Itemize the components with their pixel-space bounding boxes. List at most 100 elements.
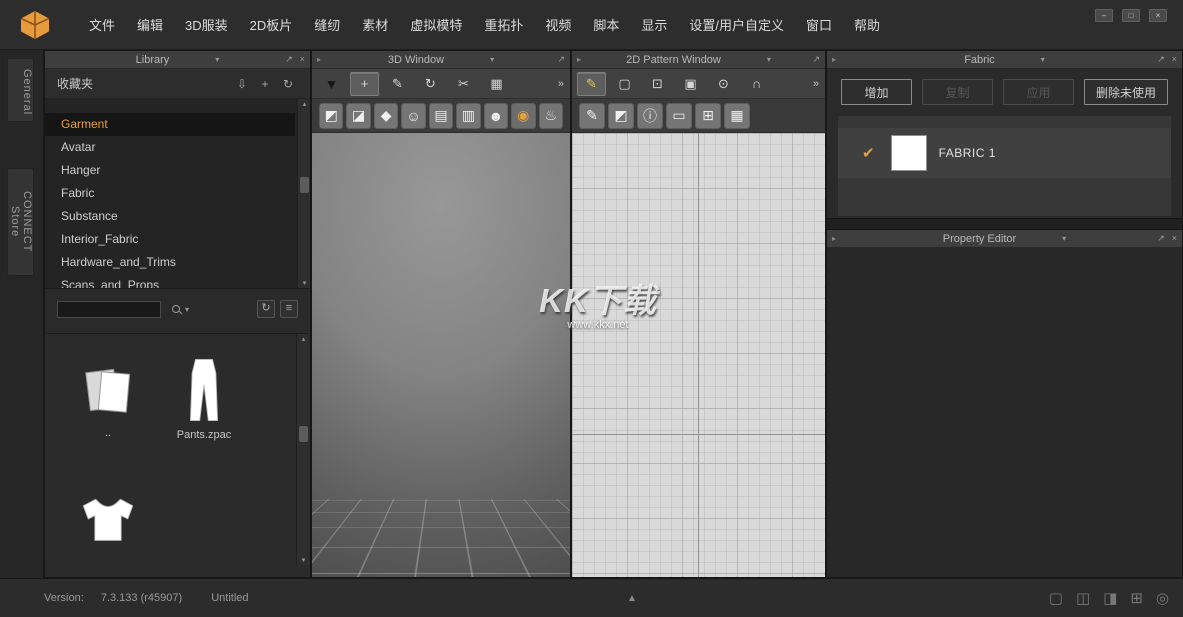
menu-item-settings[interactable]: 设置/用户自定义	[678, 15, 795, 34]
library-folder-avatar[interactable]: Avatar	[45, 136, 295, 159]
library-folder-hanger[interactable]: Hanger	[45, 159, 295, 182]
chevron-down-icon[interactable]: ▾	[490, 55, 494, 64]
maximize-button[interactable]: □	[1122, 9, 1140, 22]
swatch-grid-icon[interactable]: ▦	[724, 103, 750, 129]
scroll-down-icon[interactable]: ▾	[297, 556, 310, 564]
panel-menu-icon[interactable]: ▸	[317, 55, 321, 64]
3d-viewport[interactable]	[312, 133, 570, 577]
close-icon[interactable]: ×	[300, 54, 305, 65]
menu-item-material[interactable]: 素材	[351, 15, 399, 34]
menu-item-edit[interactable]: 编辑	[126, 15, 174, 34]
delete-unused-fabric-button[interactable]: 删除未使用	[1084, 79, 1168, 105]
garment-texture-icon[interactable]: ◪	[346, 103, 370, 129]
layout-quad-pane-icon[interactable]: ⊞	[1130, 589, 1143, 607]
pen-icon[interactable]: ✎	[383, 72, 412, 96]
search-input[interactable]	[57, 301, 161, 318]
folder-icon[interactable]: ⊡	[643, 72, 672, 96]
menu-item-file[interactable]: 文件	[78, 15, 126, 34]
panel-menu-icon[interactable]: ▸	[832, 55, 836, 64]
menu-item-sewing[interactable]: 缝纫	[303, 15, 351, 34]
info-icon[interactable]: ⓘ	[637, 103, 663, 129]
cloth-front-icon[interactable]: ▤	[429, 103, 453, 129]
library-item-parent-folder[interactable]: ..	[62, 360, 154, 439]
toolbar-overflow-icon[interactable]: »	[813, 78, 818, 90]
menu-item-2d-pattern[interactable]: 2D板片	[239, 15, 304, 34]
search-icon[interactable]	[172, 305, 180, 313]
scrollbar-thumb[interactable]	[299, 426, 308, 442]
mannequin-icon[interactable]: ☻	[484, 103, 508, 129]
download-icon[interactable]: ⇩	[232, 77, 252, 91]
tab-connect-store[interactable]: CONNECT Store	[7, 168, 34, 276]
transform-pattern-icon[interactable]: ✎	[577, 72, 606, 96]
cloth-back-icon[interactable]: ▥	[456, 103, 480, 129]
scroll-up-icon[interactable]: ▴	[298, 100, 310, 108]
select-move-icon[interactable]: +	[350, 72, 379, 96]
scroll-up-icon[interactable]: ▴	[297, 335, 310, 343]
scrollbar-thumb[interactable]	[300, 177, 309, 193]
mesh-icon[interactable]: ◆	[374, 103, 398, 129]
box-tool-icon[interactable]: ▦	[482, 72, 511, 96]
chevron-down-icon[interactable]: ▾	[767, 55, 771, 64]
statusbar-expand-button[interactable]: ▲	[627, 593, 637, 604]
chevron-down-icon[interactable]: ▾	[1041, 55, 1045, 64]
library-items-scrollbar[interactable]: ▴ ▾	[296, 334, 309, 565]
menu-item-video[interactable]: 视频	[534, 15, 582, 34]
library-folder-garment[interactable]: Garment	[45, 113, 295, 136]
edit-pattern-icon[interactable]: ▢	[610, 72, 639, 96]
apply-fabric-button[interactable]: 应用	[1003, 79, 1074, 105]
library-item-pants[interactable]: Pants.zpac	[158, 356, 250, 441]
garment-2d-icon[interactable]: ◩	[608, 103, 634, 129]
panel-menu-icon[interactable]: ▸	[577, 55, 581, 64]
close-icon[interactable]: ×	[1172, 54, 1177, 65]
texture-pen-icon[interactable]: ✎	[579, 103, 605, 129]
menu-item-avatar[interactable]: 虚拟模特	[399, 15, 473, 34]
chevron-down-icon[interactable]: ▾	[1062, 234, 1066, 243]
globe-icon[interactable]: ◉	[511, 103, 535, 129]
menu-item-display[interactable]: 显示	[630, 15, 678, 34]
rotate-gizmo-icon[interactable]: ↻	[416, 72, 445, 96]
pin-icon[interactable]: ⊙	[709, 72, 738, 96]
add-fabric-button[interactable]: 增加	[841, 79, 912, 105]
panel-menu-icon[interactable]: ▸	[832, 234, 836, 243]
list-view-button[interactable]: ≡	[280, 300, 298, 318]
fabric-swatch[interactable]	[891, 135, 927, 171]
hanger-icon[interactable]: ∩	[742, 72, 771, 96]
steamer-icon[interactable]: ♨	[539, 103, 563, 129]
refresh-button[interactable]: ↻	[257, 300, 275, 318]
library-folder-scans-and-props[interactable]: Scans_and_Props	[45, 274, 295, 289]
menu-item-window[interactable]: 窗口	[795, 15, 843, 34]
search-chevron-down-icon[interactable]: ▾	[185, 305, 189, 314]
menu-item-retopology[interactable]: 重拓扑	[473, 15, 534, 34]
library-folders-scrollbar[interactable]: ▴ ▾	[297, 99, 310, 288]
undock-icon[interactable]: ↗	[557, 54, 565, 65]
close-icon[interactable]: ×	[1172, 233, 1177, 244]
floating-window-icon[interactable]: ◎	[1156, 589, 1169, 607]
scroll-down-icon[interactable]: ▾	[298, 279, 310, 287]
2d-viewport[interactable]	[572, 133, 825, 577]
library-folder-fabric[interactable]: Fabric	[45, 182, 295, 205]
undock-icon[interactable]: ↗	[1157, 54, 1165, 65]
tab-general[interactable]: General	[7, 58, 34, 122]
undock-icon[interactable]: ↗	[285, 54, 293, 65]
library-item-shirt[interactable]	[62, 492, 154, 551]
library-folder-hardware-and-trims[interactable]: Hardware_and_Trims	[45, 251, 295, 274]
menu-item-help[interactable]: 帮助	[843, 15, 891, 34]
scissors-icon[interactable]: ✂	[449, 72, 478, 96]
chevron-down-icon[interactable]: ▾	[215, 55, 219, 64]
avatar-icon[interactable]: ☺	[401, 103, 425, 129]
menu-item-script[interactable]: 脚本	[582, 15, 630, 34]
undock-icon[interactable]: ↗	[1157, 233, 1165, 244]
close-button[interactable]: ×	[1149, 9, 1167, 22]
garment-shaded-icon[interactable]: ◩	[319, 103, 343, 129]
undock-icon[interactable]: ↗	[812, 54, 820, 65]
toolbar-overflow-icon[interactable]: »	[558, 78, 563, 90]
minimize-button[interactable]: –	[1095, 9, 1113, 22]
menu-item-3d-garment[interactable]: 3D服装	[174, 15, 239, 34]
layout-three-pane-icon[interactable]: ◨	[1103, 589, 1117, 607]
add-icon[interactable]: +	[255, 77, 275, 91]
copy-fabric-button[interactable]: 复制	[922, 79, 993, 105]
simulate-icon[interactable]: ▼	[317, 72, 346, 96]
pattern-outline-icon[interactable]: ▭	[666, 103, 692, 129]
image-icon[interactable]: ▣	[676, 72, 705, 96]
fabric-list-item[interactable]: ✔ FABRIC 1	[838, 128, 1171, 178]
